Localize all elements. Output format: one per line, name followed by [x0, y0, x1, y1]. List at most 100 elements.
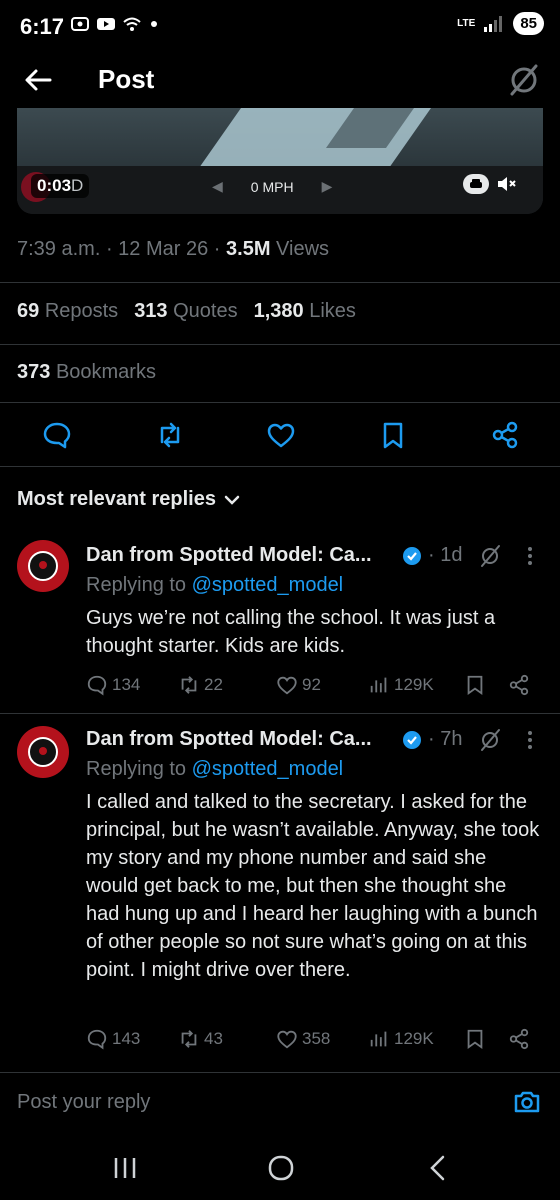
reply-item[interactable]: Dan from Spotted Model: Ca... · 7h Reply…	[0, 720, 560, 1060]
reply-author[interactable]: Dan from Spotted Model: Ca...	[86, 728, 372, 751]
status-icons	[70, 14, 168, 34]
like-icon	[277, 1030, 297, 1049]
reply-icon	[87, 1029, 107, 1050]
back-arrow-icon	[25, 69, 52, 91]
replying-to: Replying to @spotted_model	[86, 758, 344, 780]
more-options-icon[interactable]	[520, 728, 540, 752]
avatar-badge	[28, 551, 58, 581]
home-icon[interactable]	[266, 1154, 296, 1182]
reply-share-button[interactable]	[508, 674, 530, 696]
repost-icon[interactable]	[155, 420, 185, 450]
views-count: 3.5M	[226, 238, 271, 260]
bookmarks-stat[interactable]: 373 Bookmarks	[17, 361, 156, 384]
back-button[interactable]	[20, 64, 56, 96]
like-count-button[interactable]: 92	[276, 674, 321, 696]
divider	[0, 713, 560, 714]
reposts-stat[interactable]: 69 Reposts	[17, 300, 118, 323]
repost-icon	[181, 1030, 197, 1048]
share-icon	[509, 674, 529, 696]
reply-item[interactable]: Dan from Spotted Model: Ca... · 1d Reply…	[0, 536, 560, 704]
mute-icon[interactable]	[495, 174, 519, 194]
reply-input[interactable]: Post your reply	[17, 1091, 150, 1114]
likes-stat[interactable]: 1,380 Likes	[254, 300, 356, 323]
recent-apps-icon[interactable]	[110, 1154, 140, 1182]
video-elapsed-time: 0:03D	[31, 174, 90, 198]
network-label: LTE	[457, 17, 476, 29]
dashcam-toggle[interactable]	[463, 174, 489, 194]
bookmark-icon[interactable]	[378, 420, 408, 450]
verified-badge-icon	[403, 731, 421, 749]
replying-handle-link[interactable]: @spotted_model	[192, 758, 344, 780]
reply-icon	[87, 675, 107, 696]
repost-count-button[interactable]: 43	[178, 1028, 223, 1050]
grok-icon[interactable]	[478, 728, 502, 752]
like-icon	[277, 676, 297, 695]
video-player[interactable]: 0:03D ◀ 0 MPH ▶	[17, 108, 543, 214]
more-options-icon[interactable]	[520, 544, 540, 568]
reply-bookmark-button[interactable]	[464, 674, 486, 696]
post-timestamp: 7:39 a.m. · 12 Mar 26 · 3.5M Views	[17, 238, 330, 260]
speed-readout: ◀ 0 MPH ▶	[212, 178, 332, 195]
views-icon	[370, 677, 387, 693]
status-bar: 6:17 LTE 85	[0, 0, 560, 52]
share-icon[interactable]	[490, 420, 520, 450]
avatar[interactable]	[17, 726, 69, 778]
app-header: Post	[0, 52, 560, 108]
video-frame-stripe	[198, 108, 446, 168]
signal-icon	[484, 15, 503, 32]
status-time: 6:17	[20, 14, 65, 39]
repost-count-button[interactable]: 22	[178, 674, 223, 696]
page-title: Post	[98, 64, 155, 94]
wifi-icon	[123, 17, 141, 31]
reply-author[interactable]: Dan from Spotted Model: Ca...	[86, 544, 372, 567]
grok-icon[interactable]	[478, 544, 502, 568]
reply-share-button[interactable]	[508, 1028, 530, 1050]
youtube-icon	[97, 18, 115, 30]
arrow-right-icon: ▶	[321, 178, 333, 194]
like-count-button[interactable]: 358	[276, 1028, 330, 1050]
reply-time: · 1d	[428, 544, 463, 566]
views-count-button[interactable]: 129K	[368, 1028, 434, 1050]
dot-icon	[151, 21, 157, 27]
back-nav-icon[interactable]	[424, 1154, 454, 1182]
reply-time: · 7h	[428, 728, 463, 750]
quotes-stat[interactable]: 313 Quotes	[134, 300, 237, 323]
post-action-bar	[0, 412, 560, 458]
battery-badge: 85	[513, 12, 544, 35]
system-nav-bar	[0, 1130, 560, 1200]
divider	[0, 466, 560, 467]
status-right: LTE 85	[457, 12, 544, 35]
camera-icon[interactable]	[512, 1087, 542, 1117]
replying-handle-link[interactable]: @spotted_model	[192, 574, 344, 596]
avatar-badge	[28, 737, 58, 767]
reply-text: I called and talked to the secretary. I …	[86, 791, 540, 981]
share-icon	[509, 1028, 529, 1050]
replies-sort-dropdown[interactable]: Most relevant replies	[17, 488, 240, 511]
reply-action-bar: 143 43 358 129K	[86, 1028, 536, 1054]
arrow-left-icon: ◀	[212, 178, 223, 194]
avatar[interactable]	[17, 540, 69, 592]
reply-action-bar: 134 22 92 129K	[86, 674, 536, 700]
replying-to: Replying to @spotted_model	[86, 574, 344, 596]
replies-sort-label: Most relevant replies	[17, 488, 216, 510]
divider	[0, 282, 560, 283]
reply-icon[interactable]	[42, 420, 72, 450]
views-icon	[370, 1031, 387, 1047]
reply-bookmark-button[interactable]	[464, 1028, 486, 1050]
views-count-button[interactable]: 129K	[368, 674, 434, 696]
video-overlay-bar: 0:03D ◀ 0 MPH ▶	[17, 166, 543, 214]
chevron-down-icon	[224, 495, 240, 505]
bookmark-icon	[467, 1029, 483, 1050]
reply-count-button[interactable]: 143	[86, 1028, 140, 1050]
verified-badge-icon	[403, 547, 421, 565]
divider	[0, 402, 560, 403]
reply-count-button[interactable]: 134	[86, 674, 140, 696]
reply-composer[interactable]: Post your reply	[0, 1072, 560, 1130]
video-controls	[463, 174, 519, 194]
like-icon[interactable]	[266, 420, 296, 450]
speed-value: 0 MPH	[250, 178, 294, 195]
car-icon	[470, 179, 482, 188]
grok-icon[interactable]	[506, 62, 542, 98]
repost-icon	[181, 676, 197, 694]
bookmark-icon	[467, 675, 483, 696]
